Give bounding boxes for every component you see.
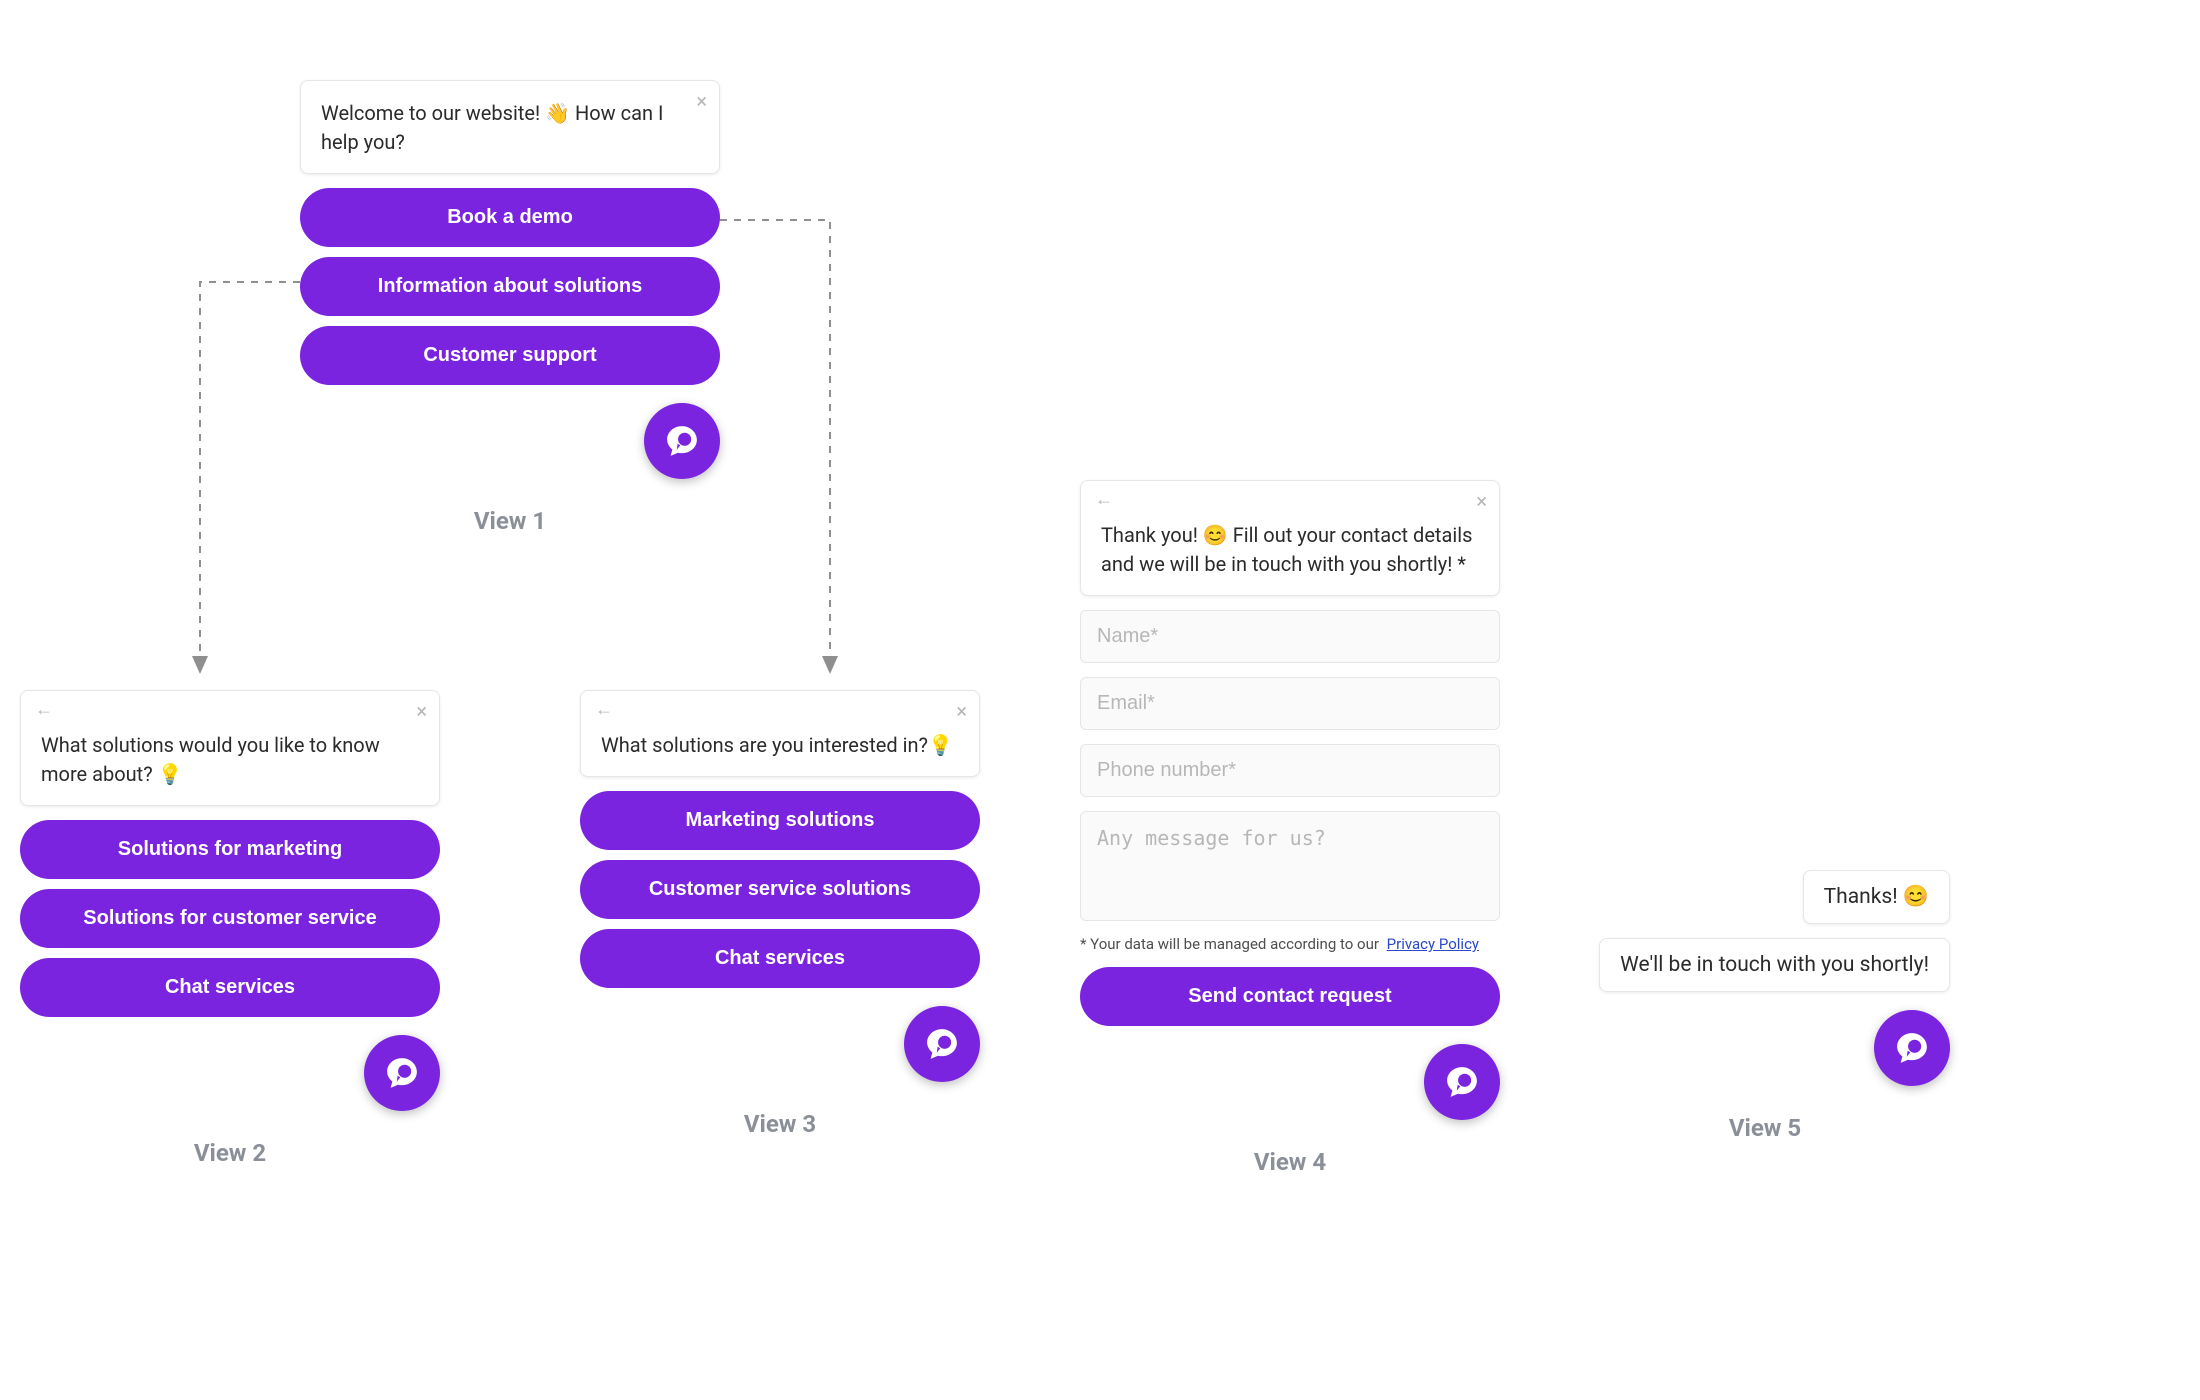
back-icon[interactable]: ← xyxy=(35,701,53,719)
solutions-message: What solutions would you like to know mo… xyxy=(41,731,419,789)
back-icon[interactable]: ← xyxy=(595,701,613,719)
view-1: × Welcome to our website! 👋 How can I he… xyxy=(300,80,720,535)
option-customer-service-solutions[interactable]: Customer service solutions xyxy=(580,860,980,919)
chat-fab[interactable] xyxy=(1424,1044,1500,1120)
followup-bubble: We'll be in touch with you shortly! xyxy=(1599,938,1950,992)
view-label: View 3 xyxy=(744,1110,816,1138)
view-label: View 2 xyxy=(194,1139,266,1167)
message-field[interactable] xyxy=(1080,811,1500,921)
option-chat-services[interactable]: Chat services xyxy=(20,958,440,1017)
view-label: View 5 xyxy=(1729,1114,1801,1142)
welcome-message: Welcome to our website! 👋 How can I help… xyxy=(321,99,699,157)
privacy-prefix: * Your data will be managed according to… xyxy=(1080,935,1379,953)
back-icon[interactable]: ← xyxy=(1095,491,1113,509)
close-icon[interactable]: × xyxy=(696,91,707,111)
close-icon[interactable]: × xyxy=(1476,491,1487,511)
view-4: ← × Thank you! 😊 Fill out your contact d… xyxy=(1080,480,1500,1176)
privacy-note: * Your data will be managed according to… xyxy=(1080,935,1500,953)
option-customer-support[interactable]: Customer support xyxy=(300,326,720,385)
privacy-policy-link[interactable]: Privacy Policy xyxy=(1387,935,1479,953)
thanks-bubble: Thanks! 😊 xyxy=(1803,870,1950,924)
option-stack: Marketing solutions Customer service sol… xyxy=(580,791,980,988)
option-marketing-solutions[interactable]: Marketing solutions xyxy=(580,791,980,850)
option-chat-services[interactable]: Chat services xyxy=(580,929,980,988)
email-field[interactable] xyxy=(1080,677,1500,730)
option-info-solutions[interactable]: Information about solutions xyxy=(300,257,720,316)
chat-bubble-icon xyxy=(661,420,703,462)
view-5: Thanks! 😊 We'll be in touch with you sho… xyxy=(1580,870,1950,1142)
contact-message: Thank you! 😊 Fill out your contact detai… xyxy=(1101,521,1479,579)
close-icon[interactable]: × xyxy=(956,701,967,721)
welcome-card: × Welcome to our website! 👋 How can I he… xyxy=(300,80,720,174)
view-2: ← × What solutions would you like to kno… xyxy=(20,690,440,1167)
phone-field[interactable] xyxy=(1080,744,1500,797)
view-3: ← × What solutions are you interested in… xyxy=(580,690,980,1138)
chat-bubble-icon xyxy=(1441,1061,1483,1103)
chat-fab[interactable] xyxy=(364,1035,440,1111)
chat-fab[interactable] xyxy=(904,1006,980,1082)
interest-card: ← × What solutions are you interested in… xyxy=(580,690,980,777)
solutions-card: ← × What solutions would you like to kno… xyxy=(20,690,440,806)
send-contact-request-button[interactable]: Send contact request xyxy=(1080,967,1500,1026)
chat-fab[interactable] xyxy=(644,403,720,479)
close-icon[interactable]: × xyxy=(416,701,427,721)
contact-card: ← × Thank you! 😊 Fill out your contact d… xyxy=(1080,480,1500,596)
option-marketing-solutions[interactable]: Solutions for marketing xyxy=(20,820,440,879)
chat-bubble-icon xyxy=(1891,1027,1933,1069)
chat-bubble-icon xyxy=(921,1023,963,1065)
chat-bubble-icon xyxy=(381,1052,423,1094)
chat-fab[interactable] xyxy=(1874,1010,1950,1086)
name-field[interactable] xyxy=(1080,610,1500,663)
view-label: View 1 xyxy=(474,507,546,535)
option-stack: Book a demo Information about solutions … xyxy=(300,188,720,385)
option-book-demo[interactable]: Book a demo xyxy=(300,188,720,247)
diagram-canvas: × Welcome to our website! 👋 How can I he… xyxy=(0,0,2200,1400)
interest-message: What solutions are you interested in?💡 xyxy=(601,731,959,760)
option-customer-service-solutions[interactable]: Solutions for customer service xyxy=(20,889,440,948)
option-stack: Solutions for marketing Solutions for cu… xyxy=(20,820,440,1017)
view-label: View 4 xyxy=(1254,1148,1326,1176)
